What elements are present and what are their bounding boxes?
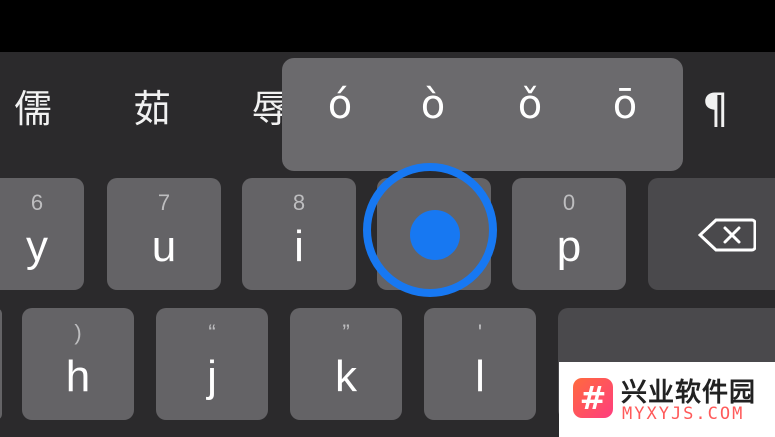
backspace-icon bbox=[697, 218, 757, 257]
key-label: u bbox=[151, 222, 177, 271]
delete-key[interactable] bbox=[648, 178, 775, 290]
key-h[interactable]: ) h bbox=[22, 308, 134, 420]
key-label: k bbox=[335, 352, 357, 401]
key-hint: 8 bbox=[292, 190, 306, 215]
paragraph-key[interactable]: ¶ bbox=[702, 86, 729, 132]
candidate-1[interactable]: 儒 bbox=[14, 86, 52, 132]
key-label: i bbox=[294, 222, 304, 271]
key-label: p bbox=[556, 222, 582, 271]
watermark: # 兴业软件园 MYXYJS.COM bbox=[559, 362, 775, 437]
key-label: j bbox=[207, 352, 217, 401]
touch-indicator-dot bbox=[410, 210, 460, 260]
key-l[interactable]: ' l bbox=[424, 308, 536, 420]
key-label: l bbox=[475, 352, 485, 401]
key-p[interactable]: 0 p bbox=[512, 178, 626, 290]
watermark-logo: # bbox=[573, 378, 613, 418]
key-k[interactable]: ” k bbox=[290, 308, 402, 420]
key-i[interactable]: 8 i bbox=[242, 178, 356, 290]
key-label: h bbox=[65, 352, 91, 401]
key-u[interactable]: 7 u bbox=[107, 178, 221, 290]
key-hint: 0 bbox=[562, 190, 576, 215]
accent-option-1[interactable]: ó bbox=[310, 82, 370, 128]
key-g-partial[interactable] bbox=[0, 308, 2, 420]
accent-option-4[interactable]: ō bbox=[595, 82, 655, 128]
key-hint: ) bbox=[74, 320, 82, 345]
watermark-domain: MYXYJS.COM bbox=[622, 404, 745, 424]
key-hint: 7 bbox=[157, 190, 171, 215]
key-y[interactable]: 6 y bbox=[0, 178, 84, 290]
candidate-2[interactable]: 茹 bbox=[133, 86, 171, 132]
key-hint: “ bbox=[208, 320, 216, 345]
key-hint: 6 bbox=[30, 190, 44, 215]
accent-option-2[interactable]: ò bbox=[403, 82, 463, 128]
key-hint: ' bbox=[477, 320, 483, 345]
key-j[interactable]: “ j bbox=[156, 308, 268, 420]
key-hint: ” bbox=[342, 320, 350, 345]
key-label: y bbox=[26, 222, 48, 271]
accent-option-3[interactable]: ǒ bbox=[500, 82, 560, 128]
